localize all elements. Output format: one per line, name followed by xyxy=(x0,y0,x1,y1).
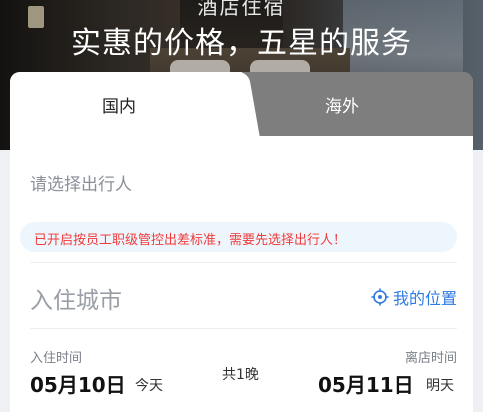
tab-domestic-label: 国内 xyxy=(102,97,136,117)
divider xyxy=(30,262,457,263)
checkin-day: 今天 xyxy=(135,378,163,394)
nights-count: 共1晚 xyxy=(222,367,259,383)
divider xyxy=(30,328,457,329)
crosshair-location-icon xyxy=(371,288,389,306)
hero-title: 实惠的价格，五星的服务 xyxy=(71,26,412,61)
city-input[interactable]: 入住城市 xyxy=(30,281,122,315)
checkin-label: 入住时间 xyxy=(30,351,83,366)
traveler-selector[interactable]: 请选择出行人 xyxy=(30,170,132,195)
my-location-button[interactable]: 我的位置 xyxy=(371,285,457,309)
tab-domestic[interactable]: 国内 xyxy=(10,72,242,136)
tab-overseas[interactable]: 海外 xyxy=(233,72,473,136)
region-tabs: 海外 国内 xyxy=(10,72,473,136)
checkout-date[interactable]: 05月11日 xyxy=(318,369,414,398)
travel-policy-notice: 已开启按员工职级管控出差标准，需要先选择出行人！ xyxy=(20,222,457,252)
booking-card: 海外 国内 请选择出行人 已开启按员工职级管控出差标准，需要先选择出行人！ 入住… xyxy=(10,72,473,412)
my-location-label: 我的位置 xyxy=(392,289,457,308)
tab-overseas-label: 海外 xyxy=(325,97,359,117)
hero-subtitle: 酒店住宿 xyxy=(197,0,286,19)
notice-text: 已开启按员工职级管控出差标准，需要先选择出行人！ xyxy=(34,233,347,248)
checkin-date[interactable]: 05月10日 xyxy=(30,369,126,398)
checkout-day: 明天 xyxy=(426,378,454,394)
checkout-label: 离店时间 xyxy=(404,351,457,366)
